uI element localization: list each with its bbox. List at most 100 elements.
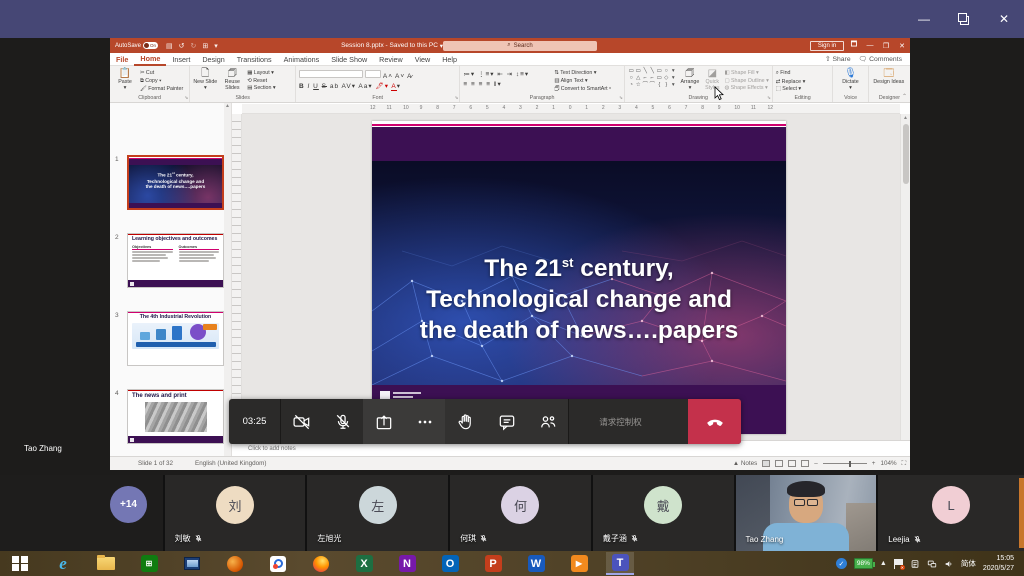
zoom-slider[interactable] [823, 463, 867, 464]
taskbar-word[interactable]: W [524, 553, 548, 574]
power-plug-icon[interactable]: ✓ [836, 558, 847, 569]
strikethrough-button[interactable]: S [322, 83, 327, 90]
font-size-input[interactable] [365, 70, 381, 78]
zoom-out-icon[interactable]: – [814, 460, 818, 467]
hang-up-button[interactable] [688, 399, 741, 444]
more-options-button[interactable] [404, 399, 445, 444]
taskbar-firefox[interactable] [309, 553, 333, 574]
columns-icon[interactable]: ‖▾ [494, 81, 502, 88]
text-shadow-button[interactable]: ab [330, 83, 339, 90]
highlight-color-button[interactable]: 🖊▾ [375, 83, 389, 90]
ppt-restore-icon[interactable]: ❐ [878, 42, 894, 50]
layout-button[interactable]: ▦ Layout ▾ [247, 70, 275, 76]
participants-button[interactable] [527, 399, 568, 444]
presenter-view-icon[interactable]: ⊞ [202, 42, 208, 50]
ppt-minimize-icon[interactable]: — [862, 42, 878, 49]
taskbar-internet-explorer[interactable]: e [51, 553, 75, 574]
restore-icon[interactable] [944, 0, 984, 38]
tab-file[interactable]: File [110, 53, 134, 66]
copy-button[interactable]: ⧉ Copy ▾ [140, 78, 183, 85]
change-case-button[interactable]: Aa▾ [358, 83, 372, 90]
taskbar-teams[interactable]: T [606, 552, 634, 575]
shape-outline-button[interactable]: ▢ Shape Outline ▾ [725, 78, 769, 84]
slideshow-view-icon[interactable] [801, 460, 809, 467]
tab-home[interactable]: Home [134, 53, 166, 66]
taskbar-clock[interactable]: 15:05 2020/5/27 [983, 554, 1018, 572]
tab-insert[interactable]: Insert [166, 53, 196, 66]
share-screen-button[interactable] [363, 399, 404, 444]
taskbar-powerpoint[interactable]: P [481, 553, 505, 574]
zoom-level[interactable]: 104% [880, 460, 896, 467]
participant-tile[interactable]: 左 左旭光 [307, 475, 448, 551]
speaker-icon[interactable] [944, 559, 954, 569]
grow-font-icon[interactable]: A˄ [383, 73, 393, 80]
underline-button[interactable]: U [313, 83, 319, 90]
bullets-button[interactable]: ≔▾ [463, 71, 475, 78]
taskbar-excel[interactable]: X [352, 553, 376, 574]
paragraph-dialog-launcher-icon[interactable]: ⇘ [619, 95, 623, 101]
design-ideas-button[interactable]: 🗔Design Ideas [872, 68, 906, 86]
taskbar-microsoft-store[interactable]: ⊞ [137, 553, 161, 574]
tab-design[interactable]: Design [196, 53, 230, 66]
clipboard-dialog-launcher-icon[interactable]: ⇘ [185, 95, 189, 101]
ribbon-display-options-icon[interactable]: 🗖 [846, 40, 862, 51]
thumbnail-slide-1[interactable]: The 21st century, Technological change a… [127, 155, 224, 210]
close-icon[interactable]: ✕ [984, 0, 1024, 38]
taskbar-file-explorer[interactable] [94, 553, 118, 574]
save-icon[interactable]: ▤ [166, 42, 173, 50]
italic-button[interactable]: I [308, 83, 311, 90]
slide-canvas[interactable]: The 21st century, Technological change a… [372, 121, 786, 434]
font-color-button[interactable]: A [391, 83, 396, 91]
battery-indicator[interactable]: 98% [854, 558, 873, 569]
reset-button[interactable]: ⟲ Reset [247, 78, 275, 84]
overflow-participants-tile[interactable]: +14 [0, 475, 163, 551]
text-direction-button[interactable]: ⇅ Text Direction ▾ [554, 70, 611, 76]
shape-effects-button[interactable]: ◍ Shape Effects ▾ [725, 85, 769, 91]
align-center-icon[interactable]: ≡ [471, 81, 476, 88]
tab-transitions[interactable]: Transitions [231, 53, 278, 66]
mic-off-button[interactable] [322, 399, 363, 444]
document-title[interactable]: Session 8.pptx - Saved to this PC ▾ [298, 38, 443, 53]
taskbar-baidu-netdisk[interactable] [266, 553, 290, 574]
slide-sorter-view-icon[interactable] [775, 460, 783, 467]
taskbar-fox-app[interactable] [223, 553, 247, 574]
raise-hand-button[interactable] [445, 399, 486, 444]
chat-button[interactable] [486, 399, 527, 444]
comments-button[interactable]: 🗨 Comments [859, 55, 902, 63]
new-slide-button[interactable]: 🗋New Slide▾ [193, 68, 217, 92]
minimize-icon[interactable]: — [904, 0, 944, 38]
participant-tile[interactable]: L Leejia [878, 475, 1024, 551]
align-text-button[interactable]: ▥ Align Text ▾ [554, 78, 611, 84]
taskbar-display-app[interactable] [180, 553, 204, 574]
search-input[interactable]: ⌕ Search [443, 41, 597, 51]
printer-icon[interactable] [910, 559, 920, 569]
participant-video-tile[interactable]: Tao Zhang [736, 475, 877, 551]
line-spacing-icon[interactable]: ↕≡▾ [516, 71, 529, 78]
char-spacing-button[interactable]: AV▾ [342, 83, 356, 90]
font-dialog-launcher-icon[interactable]: ⇘ [455, 95, 459, 101]
start-button[interactable] [8, 553, 32, 574]
request-control-button[interactable]: 请求控制权 [568, 399, 672, 444]
drawing-dialog-launcher-icon[interactable]: ⇘ [767, 95, 771, 101]
cut-button[interactable]: ✂ Cut [140, 70, 183, 76]
convert-smartart-button[interactable]: 🗇 Convert to SmartArt ▾ [554, 85, 611, 94]
taskbar-video-player[interactable]: ▶ [567, 553, 591, 574]
tab-animations[interactable]: Animations [278, 53, 326, 66]
thumbnail-slide-4[interactable]: The news and print [127, 389, 224, 444]
action-center-flag-icon[interactable]: ✕ [894, 559, 903, 569]
undo-icon[interactable]: ↺ [179, 42, 185, 50]
tab-review[interactable]: Review [373, 53, 409, 66]
tab-help[interactable]: Help [436, 53, 463, 66]
participant-tile[interactable]: 刘 刘敏 [165, 475, 306, 551]
ppt-close-icon[interactable]: ✕ [894, 42, 910, 50]
slide-title[interactable]: The 21st century, Technological change a… [372, 253, 786, 346]
bold-button[interactable]: B [299, 83, 305, 90]
normal-view-icon[interactable] [762, 460, 770, 467]
arrange-button[interactable]: 🗇Arrange▾ [680, 68, 700, 92]
paste-button[interactable]: 📋Paste▾ [113, 68, 137, 92]
zoom-in-icon[interactable]: + [872, 460, 876, 467]
numbering-button[interactable]: ⋮≡▾ [478, 71, 495, 78]
tab-slide-show[interactable]: Slide Show [325, 53, 373, 66]
vertical-ruler[interactable] [232, 114, 242, 440]
shrink-font-icon[interactable]: A˅ [395, 73, 405, 80]
